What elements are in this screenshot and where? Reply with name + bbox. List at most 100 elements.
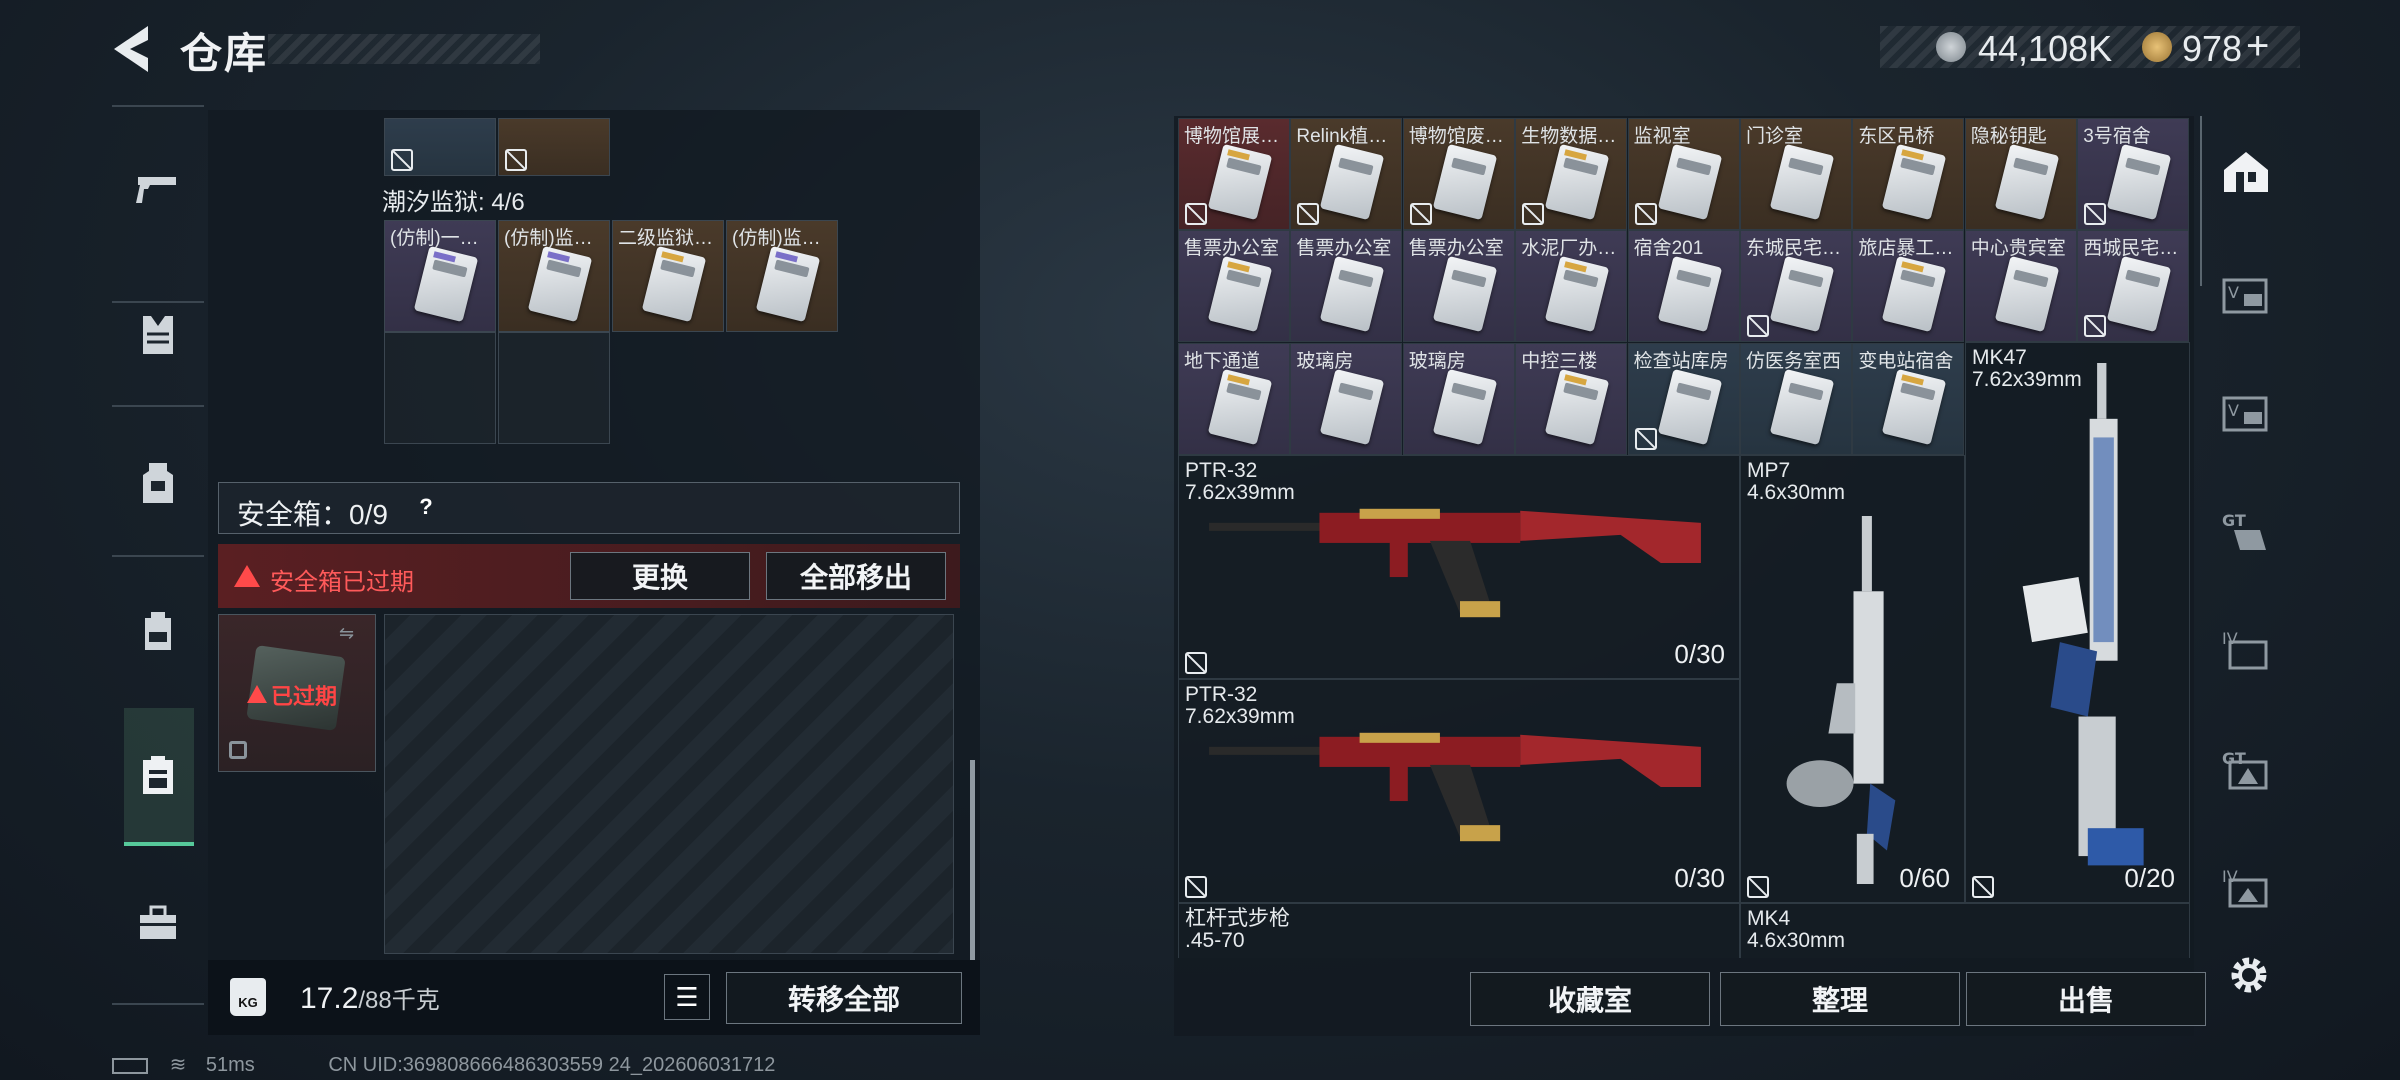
stash-grid: 博物馆展… Relink植… 博物馆废… 生物数据… 监视室 门诊室 东区吊桥 隐秘钥匙 3号宿… (1178, 118, 2190, 958)
gtl-card-icon[interactable]: GT (2220, 506, 2272, 554)
bag-icon[interactable] (134, 607, 182, 655)
swap-icon[interactable]: ⇋ (339, 623, 367, 643)
backpack-armor-icon[interactable] (134, 459, 182, 507)
safebox-item[interactable]: 已过期 ⇋ (218, 614, 376, 772)
card-slot[interactable] (384, 118, 496, 176)
keycard-slot[interactable]: Relink植… (1290, 118, 1403, 230)
keycard-slot[interactable]: 玻璃房 (1290, 342, 1403, 455)
list-icon[interactable]: ☰ (664, 974, 710, 1020)
replace-button[interactable]: 更换 (570, 552, 750, 600)
keycard-label: 玻璃房 (1296, 350, 1354, 372)
keycard-slot[interactable]: 售票办公室 (1290, 230, 1403, 343)
warning-icon (234, 565, 260, 587)
keycard-slot[interactable]: 西城民宅… (2077, 230, 2190, 343)
keycard-slot[interactable]: 博物馆废… (1402, 118, 1515, 230)
box-expired-label: 已过期 (271, 684, 338, 709)
keycard-slot[interactable]: 中控三楼 (1515, 342, 1628, 455)
keycard-icon (1657, 368, 1722, 445)
add-currency-button[interactable]: + (2246, 24, 2269, 69)
keycard-label: 监视室 (1633, 126, 1691, 147)
sell-button[interactable]: 出售 (1966, 972, 2206, 1026)
keycard-icon (1207, 368, 1273, 445)
keycard-label: 博物馆展… (1184, 126, 1280, 147)
iv-folder-icon[interactable]: IV (2220, 624, 2272, 672)
no-bind-icon (1185, 652, 1207, 674)
v-card-icon-2[interactable]: V (2220, 390, 2272, 438)
organize-button[interactable]: 整理 (1720, 972, 1960, 1026)
weight-unit: /88千克 (358, 987, 440, 1014)
weapon-slot[interactable]: MP7 4.6x30mm 0/60 (1740, 455, 1965, 903)
keycard-label: 中心贵宾室 (1970, 238, 2066, 260)
vest-icon[interactable] (134, 311, 182, 359)
keycard-slot[interactable]: 水泥厂办… (1515, 230, 1628, 343)
weapon-slot[interactable]: 杠杆式步枪 .45-70 (1178, 903, 1740, 958)
transfer-all-button[interactable]: 转移全部 (726, 972, 962, 1024)
keycard-label: 变电站宿舍 (1858, 350, 1954, 372)
card-slot[interactable] (498, 118, 610, 176)
keycard-label: 地下通道 (1184, 350, 1261, 372)
safebox-header: 安全箱：0/9 ? (218, 482, 960, 534)
keycard-slot[interactable]: 隐秘钥匙 (1964, 118, 2077, 230)
keycard-slot[interactable]: 售票办公室 (1402, 230, 1515, 343)
weapon-slot[interactable]: PTR-32 7.62x39mm 0/30 (1178, 455, 1740, 679)
no-bind-icon (2084, 203, 2107, 225)
keycard-label: 3号宿舍 (2083, 126, 2151, 147)
empty-slot[interactable] (498, 332, 610, 444)
lock-icon (229, 741, 247, 759)
no-bind-icon (1185, 203, 1207, 225)
card-slot[interactable]: (仿制)监… (726, 220, 838, 332)
keycard-slot[interactable]: 玻璃房 (1402, 342, 1515, 455)
card-slot[interactable]: 二级监狱… (612, 220, 724, 332)
page-title: 仓库 (180, 30, 269, 77)
iv-card-icon[interactable]: IV (2220, 862, 2272, 910)
keycard-slot[interactable]: 检查站库房 (1627, 342, 1740, 455)
svg-text:V: V (2228, 283, 2239, 302)
safebox-grid[interactable] (384, 614, 954, 954)
keycard-slot[interactable]: 旅店暴工… (1852, 230, 1965, 343)
move-all-out-button[interactable]: 全部移出 (766, 552, 946, 600)
svg-text:V: V (2228, 401, 2239, 420)
card-slot[interactable]: (仿制)一… (384, 220, 496, 332)
keycard-slot[interactable]: 东城民宅… (1740, 230, 1852, 343)
keycard-slot[interactable]: 3号宿舍 (2077, 118, 2190, 230)
help-icon[interactable]: ? (411, 491, 441, 523)
weight-value: 17.2/88千克 (300, 982, 440, 1015)
v-card-icon[interactable]: V (2220, 272, 2272, 320)
no-bind-icon (1297, 203, 1320, 225)
keycard-slot[interactable]: 门诊室 (1740, 118, 1852, 230)
keycard-slot[interactable]: 仿医务室西 (1740, 342, 1852, 455)
back-arrow-icon[interactable] (108, 22, 154, 76)
keycard-icon (1207, 256, 1273, 333)
gti-card-icon[interactable]: GT (2220, 744, 2272, 792)
keycard-slot[interactable]: 中心贵宾室 (1964, 230, 2077, 343)
weapon-slot[interactable]: PTR-32 7.62x39mm 0/30 (1178, 679, 1740, 903)
keycard-slot[interactable]: 东区吊桥 (1852, 118, 1965, 230)
keycard-slot[interactable]: 监视室 (1627, 118, 1740, 230)
safebox-icon[interactable] (134, 751, 182, 799)
collection-button[interactable]: 收藏室 (1470, 972, 1710, 1026)
keycard-label: 宿舍201 (1633, 238, 1704, 260)
keycard-slot[interactable]: 地下通道 (1178, 342, 1290, 455)
keycard-icon (1320, 143, 1385, 221)
empty-slot[interactable] (384, 332, 496, 444)
house-icon[interactable] (2220, 148, 2272, 196)
left-scrollbar[interactable] (970, 760, 975, 960)
keycard-label: 仿医务室西 (1746, 350, 1842, 372)
settings-gear-icon[interactable] (2226, 952, 2272, 998)
weapon-slot[interactable]: MK4 4.6x30mm (1740, 903, 2190, 958)
card-slot[interactable]: (仿制)监… (498, 220, 610, 332)
keycard-slot[interactable]: 变电站宿舍 (1852, 342, 1965, 455)
top-bar: 仓库 44,108K 978 + (0, 0, 2400, 100)
keycard-slot[interactable]: 售票办公室 (1178, 230, 1290, 343)
pistol-icon[interactable] (134, 165, 182, 213)
keycard-icon (1882, 256, 1947, 333)
keycard-slot[interactable]: 宿舍201 (1627, 230, 1740, 343)
svg-text:GT: GT (2222, 511, 2246, 530)
weapon-name: MK4 (1747, 907, 1791, 930)
weapon-slot[interactable]: MK47 7.62x39mm 0/20 (1965, 342, 2190, 903)
toolbox-icon[interactable] (134, 899, 182, 947)
keycard-icon (1320, 256, 1385, 333)
keycard-label: 旅店暴工… (1858, 238, 1954, 260)
keycard-slot[interactable]: 博物馆展… (1178, 118, 1290, 230)
keycard-slot[interactable]: 生物数据… (1515, 118, 1628, 230)
